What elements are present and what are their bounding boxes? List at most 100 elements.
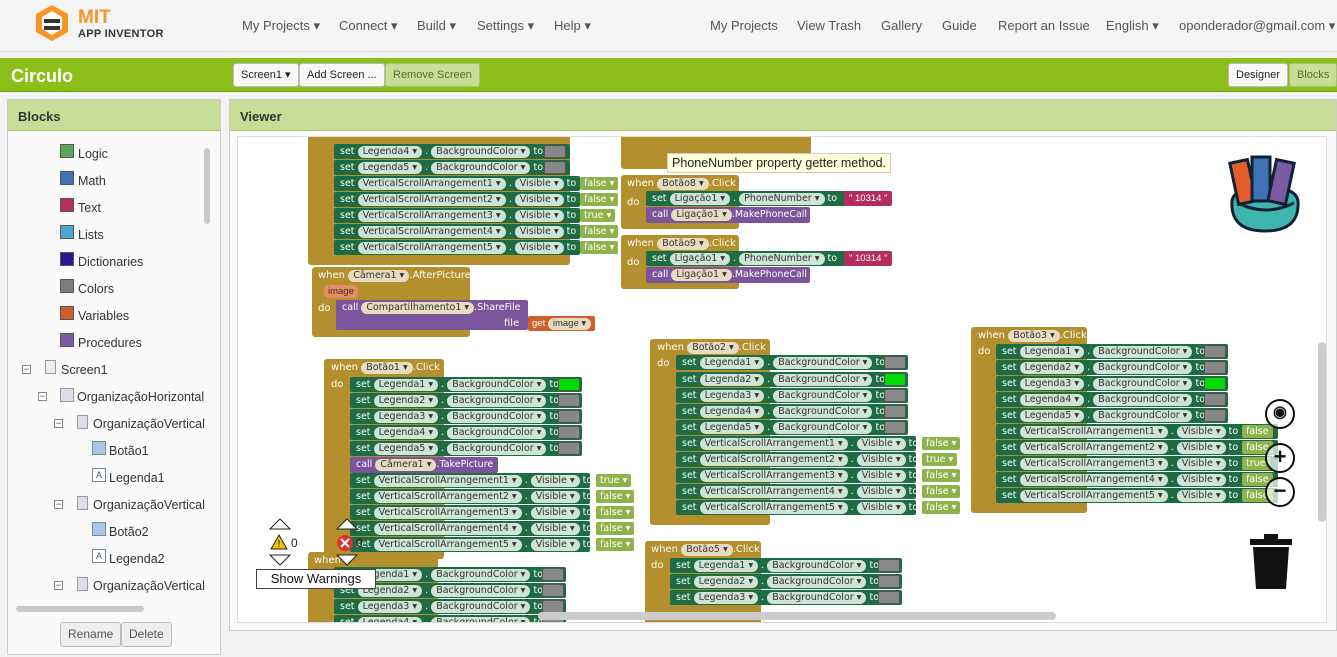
blocks-workspace[interactable]: set Legenda4 ▾ . BackgroundColor ▾ to se…: [237, 136, 1327, 623]
backpack-icon[interactable]: [1220, 151, 1310, 233]
set-block[interactable]: set VerticalScrollArrangement4 ▾ . Visib…: [676, 484, 961, 499]
color-block[interactable]: [558, 426, 580, 439]
set-block[interactable]: set VerticalScrollArrangement1 ▾ . Visib…: [676, 436, 961, 451]
component-pill[interactable]: Legenda3 ▾: [699, 390, 765, 402]
category-text[interactable]: Text: [78, 201, 101, 215]
tree-vertical-arrangement-2[interactable]: OrganizaçãoVertical: [93, 498, 205, 512]
color-block[interactable]: [558, 394, 580, 407]
category-variables[interactable]: Variables: [78, 309, 129, 323]
property-pill[interactable]: Visible ▾: [530, 539, 580, 551]
set-block[interactable]: set Legenda2 ▾ . BackgroundColor ▾ to: [676, 372, 908, 387]
property-pill[interactable]: Visible ▾: [1176, 458, 1226, 470]
component-pill[interactable]: Botão9 ▾: [657, 238, 709, 250]
set-block[interactable]: set VerticalScrollArrangement4 ▾ . Visib…: [350, 521, 635, 536]
boolean-block[interactable]: false ▾: [596, 522, 635, 535]
set-block[interactable]: set Legenda5 ▾ . BackgroundColor ▾ to: [334, 160, 570, 175]
property-pill[interactable]: Visible ▾: [856, 438, 906, 450]
text-block[interactable]: " 10314 ": [844, 251, 893, 266]
property-pill[interactable]: BackgroundColor ▾: [767, 560, 867, 572]
property-pill[interactable]: BackgroundColor ▾: [773, 422, 873, 434]
designer-button[interactable]: Designer: [1228, 63, 1289, 87]
set-block[interactable]: set Ligação1 ▾ . PhoneNumber ▾ to: [646, 191, 846, 206]
category-lists[interactable]: Lists: [78, 228, 104, 242]
menu-build[interactable]: Build ▾: [417, 18, 456, 34]
component-pill[interactable]: VerticalScrollArrangement2 ▾: [373, 491, 522, 503]
component-pill[interactable]: Ligação1 ▾: [671, 269, 732, 281]
color-block[interactable]: [544, 145, 566, 158]
property-pill[interactable]: Visible ▾: [856, 486, 906, 498]
component-pill[interactable]: Legenda3 ▾: [693, 592, 759, 604]
set-block[interactable]: set Legenda5 ▾ . BackgroundColor ▾ to: [996, 408, 1228, 423]
set-block[interactable]: set VerticalScrollArrangement2 ▾ . Visib…: [676, 452, 958, 467]
color-block[interactable]: [544, 161, 566, 174]
set-block[interactable]: set Legenda3 ▾ . BackgroundColor ▾ to: [996, 376, 1228, 391]
set-block[interactable]: set VerticalScrollArrangement3 ▾ . Visib…: [350, 505, 635, 520]
variable-pill[interactable]: image ▾: [547, 318, 592, 330]
set-block[interactable]: set VerticalScrollArrangement3 ▾ . Visib…: [334, 208, 616, 223]
property-pill[interactable]: BackgroundColor ▾: [447, 443, 547, 455]
color-block[interactable]: [558, 442, 580, 455]
link-view-trash[interactable]: View Trash: [797, 18, 861, 33]
component-pill[interactable]: VerticalScrollArrangement4 ▾: [357, 226, 506, 238]
rename-button[interactable]: Rename: [60, 622, 122, 647]
property-pill[interactable]: Visible ▾: [530, 507, 580, 519]
property-pill[interactable]: Visible ▾: [1176, 474, 1226, 486]
set-block[interactable]: set Legenda4 ▾ . BackgroundColor ▾ to: [350, 425, 582, 440]
color-block[interactable]: [884, 405, 906, 418]
zoom-in-icon[interactable]: +: [1265, 443, 1295, 473]
tree-botao1[interactable]: Botão1: [109, 444, 149, 458]
component-pill[interactable]: VerticalScrollArrangement1 ▾: [373, 475, 522, 487]
set-block[interactable]: set Legenda3 ▾ . BackgroundColor ▾ to: [676, 388, 908, 403]
component-pill[interactable]: Legenda4 ▾: [357, 146, 423, 158]
set-block[interactable]: set Legenda4 ▾ . BackgroundColor ▾ to: [334, 615, 566, 622]
component-pill[interactable]: Câmera1 ▾: [375, 459, 437, 471]
workspace-hscrollbar[interactable]: [538, 612, 1056, 620]
boolean-block[interactable]: false ▾: [922, 485, 961, 498]
link-guide[interactable]: Guide: [942, 18, 977, 33]
property-pill[interactable]: Visible ▾: [514, 226, 564, 238]
component-pill[interactable]: Legenda5 ▾: [357, 162, 423, 174]
trash-icon[interactable]: [1248, 533, 1294, 591]
color-block[interactable]: [1204, 361, 1226, 374]
component-pill[interactable]: VerticalScrollArrangement5 ▾: [699, 502, 848, 514]
component-pill[interactable]: VerticalScrollArrangement3 ▾: [357, 210, 506, 222]
component-pill[interactable]: Legenda5 ▾: [373, 443, 439, 455]
color-block[interactable]: [558, 378, 580, 391]
component-pill[interactable]: Compartilhamento1 ▾: [361, 302, 475, 314]
color-block[interactable]: [1204, 409, 1226, 422]
color-block[interactable]: [878, 575, 900, 588]
category-colors[interactable]: Colors: [78, 282, 114, 296]
zoom-out-icon[interactable]: −: [1265, 477, 1295, 507]
arrow-down-icon[interactable]: [269, 554, 291, 566]
set-block[interactable]: set Legenda1 ▾ . BackgroundColor ▾ to: [670, 558, 902, 573]
property-pill[interactable]: BackgroundColor ▾: [431, 585, 531, 597]
component-pill[interactable]: VerticalScrollArrangement5 ▾: [357, 242, 506, 254]
component-pill[interactable]: VerticalScrollArrangement2 ▾: [699, 454, 848, 466]
set-block[interactable]: set Legenda2 ▾ . BackgroundColor ▾ to: [350, 393, 582, 408]
set-block[interactable]: set VerticalScrollArrangement4 ▾ . Visib…: [996, 472, 1278, 487]
component-pill[interactable]: Legenda3 ▾: [357, 601, 423, 613]
set-block[interactable]: set Legenda5 ▾ . BackgroundColor ▾ to: [676, 420, 908, 435]
app-inventor-logo[interactable]: MIT APP INVENTOR: [30, 3, 170, 45]
set-block[interactable]: set VerticalScrollArrangement3 ▾ . Visib…: [676, 468, 961, 483]
set-block[interactable]: set Legenda1 ▾ . BackgroundColor ▾ to: [996, 344, 1228, 359]
property-pill[interactable]: BackgroundColor ▾: [431, 617, 531, 622]
property-pill[interactable]: PhoneNumber ▾: [739, 253, 825, 265]
component-pill[interactable]: VerticalScrollArrangement4 ▾: [373, 523, 522, 535]
color-block[interactable]: [884, 356, 906, 369]
arrow-up-icon[interactable]: [269, 518, 291, 530]
call-makephonecall-block[interactable]: call Ligação1 ▾ .MakePhoneCall: [646, 207, 810, 223]
component-pill[interactable]: VerticalScrollArrangement1 ▾: [1019, 426, 1168, 438]
property-pill[interactable]: BackgroundColor ▾: [431, 162, 531, 174]
menu-connect[interactable]: Connect ▾: [339, 18, 398, 34]
property-pill[interactable]: BackgroundColor ▾: [447, 379, 547, 391]
component-pill[interactable]: VerticalScrollArrangement3 ▾: [699, 470, 848, 482]
color-block[interactable]: [884, 389, 906, 402]
boolean-block[interactable]: false ▾: [580, 225, 619, 238]
component-pill[interactable]: Legenda2 ▾: [373, 395, 439, 407]
property-pill[interactable]: BackgroundColor ▾: [1093, 410, 1193, 422]
color-block[interactable]: [878, 559, 900, 572]
blocks-button[interactable]: Blocks: [1289, 63, 1337, 87]
link-report-issue[interactable]: Report an Issue: [998, 18, 1090, 33]
set-block[interactable]: set Legenda4 ▾ . BackgroundColor ▾ to: [676, 404, 908, 419]
